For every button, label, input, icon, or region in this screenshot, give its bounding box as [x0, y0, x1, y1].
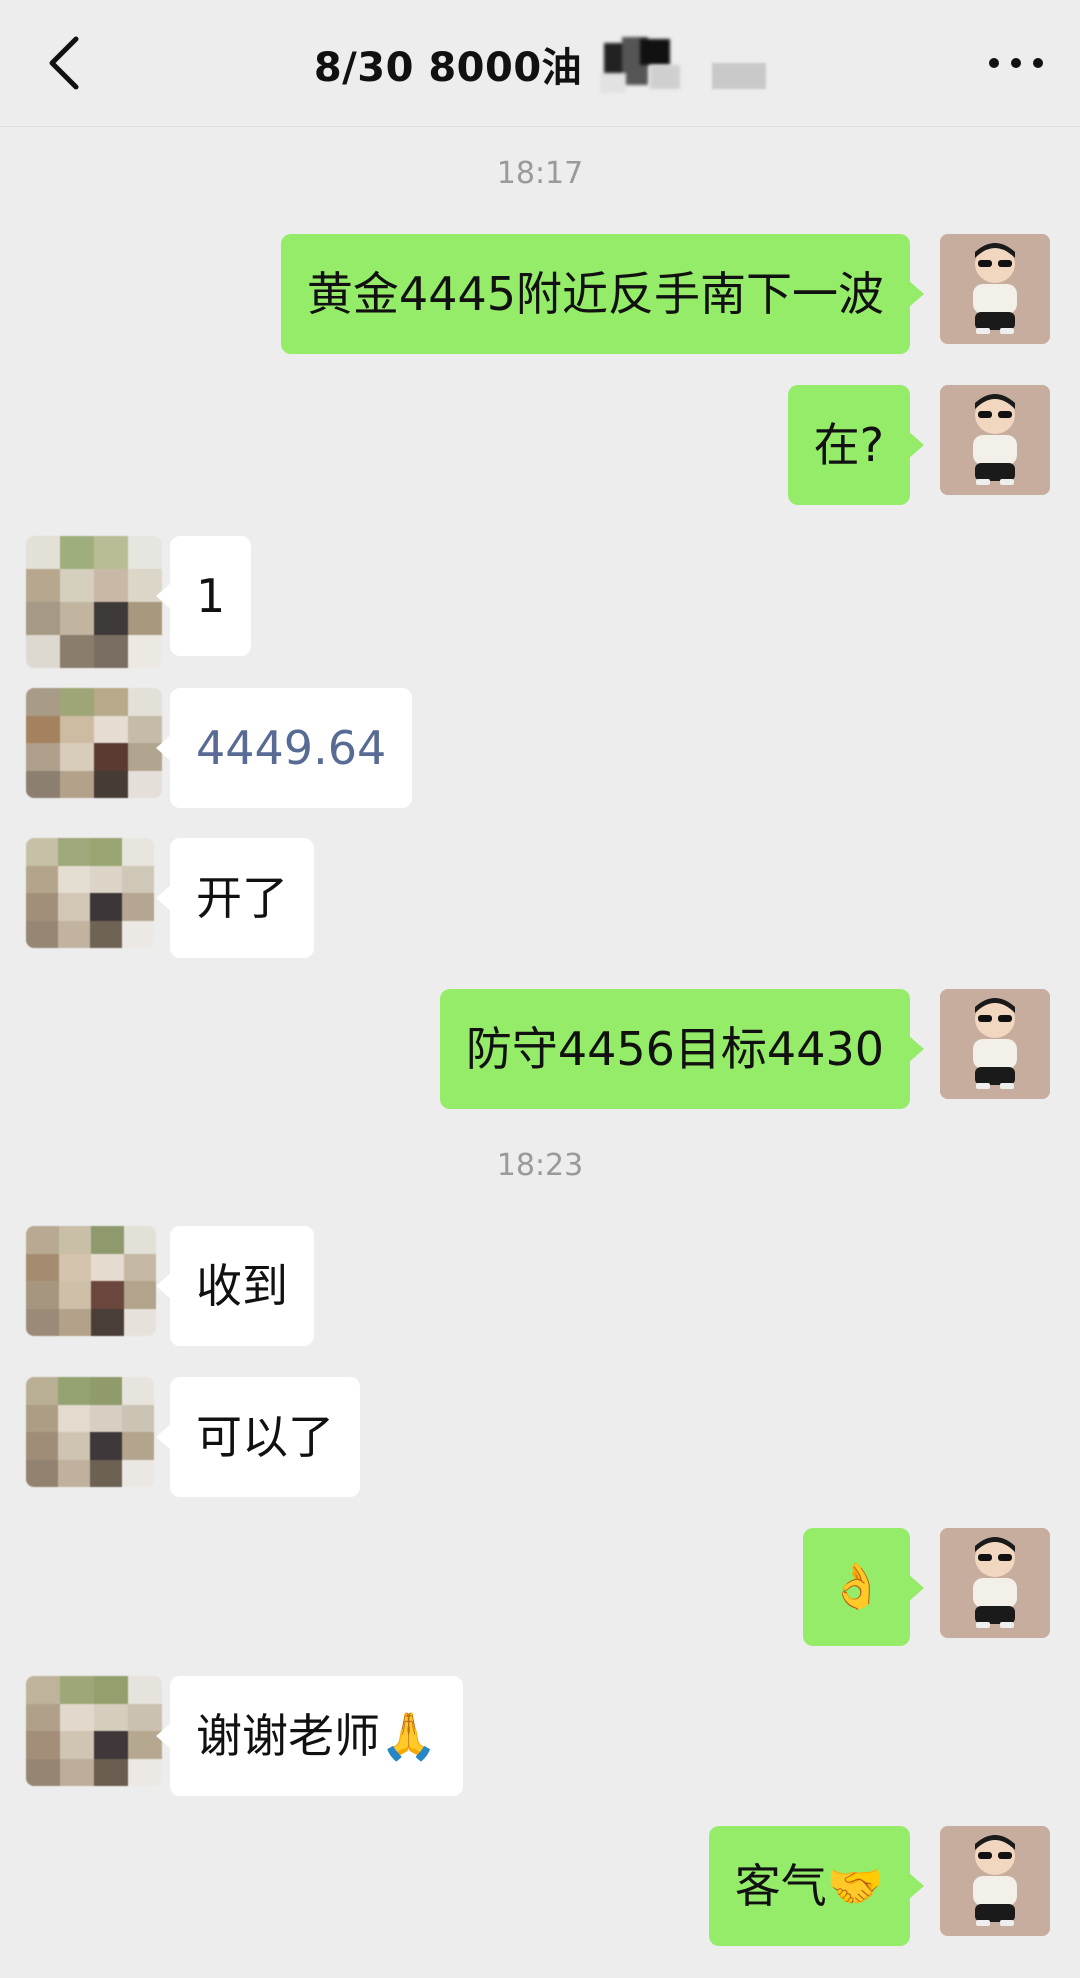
message-outgoing: 防守4456目标4430 — [0, 989, 1080, 1109]
message-bubble[interactable]: 客气🤝 — [708, 1826, 925, 1946]
message-bubble[interactable]: 👌 — [803, 1528, 924, 1646]
message-bubble[interactable]: 4449.64 — [155, 688, 413, 808]
my-avatar[interactable] — [940, 234, 1050, 344]
message-incoming: 1 — [0, 536, 1080, 668]
my-avatar[interactable] — [940, 1826, 1050, 1936]
timestamp: 18:17 — [496, 156, 584, 191]
message-bubble[interactable]: 黄金4445附近反手南下一波 — [280, 234, 925, 354]
contact-avatar[interactable] — [26, 1377, 154, 1487]
message-bubble[interactable]: 防守4456目标4430 — [439, 989, 925, 1109]
message-incoming: 4449.64 — [0, 688, 1080, 808]
chat-header: 8/30 8000油 — [0, 0, 1080, 127]
message-incoming: 开了 — [0, 838, 1080, 958]
contact-avatar[interactable] — [26, 1676, 162, 1786]
message-outgoing: 客气🤝 — [0, 1826, 1080, 1946]
message-bubble[interactable]: 开了 — [156, 838, 314, 958]
message-outgoing: 👌 — [0, 1528, 1080, 1646]
message-bubble[interactable]: 可以了 — [156, 1377, 360, 1497]
timestamp: 18:23 — [496, 1148, 584, 1183]
message-bubble[interactable]: 谢谢老师🙏 — [155, 1676, 464, 1796]
more-dots-icon — [989, 58, 1043, 68]
contact-avatar[interactable] — [26, 838, 154, 948]
chat-title-area[interactable]: 8/30 8000油 — [0, 30, 1080, 98]
message-bubble[interactable]: 收到 — [156, 1226, 314, 1346]
message-outgoing: 在? — [0, 385, 1080, 505]
message-incoming: 可以了 — [0, 1377, 1080, 1497]
my-avatar[interactable] — [940, 989, 1050, 1099]
more-options-button[interactable] — [986, 38, 1046, 88]
message-bubble[interactable]: 1 — [155, 536, 252, 656]
message-bubble[interactable]: 在? — [787, 385, 925, 505]
chat-title: 8/30 8000油 — [313, 45, 583, 91]
my-avatar[interactable] — [940, 1528, 1050, 1638]
contact-avatar[interactable] — [26, 1226, 156, 1336]
contact-avatar[interactable] — [26, 536, 162, 668]
contact-avatar[interactable] — [26, 688, 162, 798]
message-incoming: 谢谢老师🙏 — [0, 1676, 1080, 1796]
message-outgoing: 黄金4445附近反手南下一波 — [0, 234, 1080, 354]
message-incoming: 收到 — [0, 1226, 1080, 1346]
blurred-contact-name — [600, 35, 767, 93]
my-avatar[interactable] — [940, 385, 1050, 495]
